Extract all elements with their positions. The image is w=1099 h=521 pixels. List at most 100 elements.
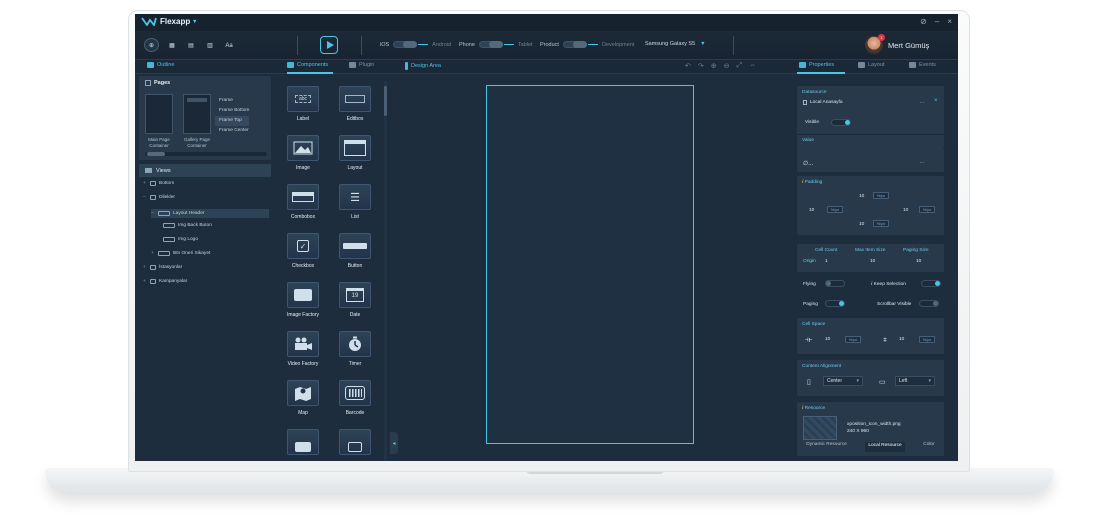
page-thumb-main[interactable] — [145, 94, 173, 134]
resource-preview[interactable] — [803, 416, 837, 440]
pin-icon[interactable]: ⊘ — [920, 17, 927, 26]
expand-icon[interactable]: + — [143, 181, 147, 186]
paging-size-value[interactable]: 10 — [916, 259, 921, 264]
layout-icon[interactable]: ▤ — [184, 39, 198, 52]
zoom-out-icon[interactable]: ⊖ — [724, 62, 730, 70]
app-menu-chevron-icon[interactable]: ▾ — [193, 18, 196, 25]
app-logo[interactable]: Flexapp ▾ — [141, 17, 196, 26]
frame-item[interactable]: Frame Top — [215, 116, 250, 126]
datasource-more-button[interactable]: ... — [920, 100, 924, 105]
tree-item[interactable]: + Btn Oneri Sikayet — [151, 251, 210, 256]
component-date[interactable]: 19 Date — [335, 280, 375, 324]
collapse-panel-button[interactable]: ◂ — [390, 432, 398, 454]
visible-toggle[interactable] — [831, 119, 851, 126]
component-checkbox[interactable]: ✓ Checkbox — [283, 231, 323, 275]
stretch-icon[interactable]: ⇔ — [749, 62, 756, 70]
horizontal-align-select[interactable]: Left ▾ — [895, 376, 935, 386]
padding-bottom-unit[interactable]: %/px — [873, 220, 889, 227]
undo-icon[interactable]: ↶ — [685, 62, 691, 70]
pages-scrollbar[interactable] — [145, 152, 267, 156]
close-icon[interactable]: × — [947, 17, 952, 26]
value-more-button[interactable]: ... — [920, 160, 924, 165]
list-icon[interactable]: ▥ — [203, 39, 217, 52]
tree-item[interactable]: + Bottom — [143, 181, 174, 186]
component-more[interactable] — [283, 427, 323, 457]
expand-icon[interactable]: + — [143, 265, 147, 270]
scrollbar-visible-toggle[interactable] — [919, 300, 939, 307]
component-video-factory[interactable]: Video Factory — [283, 329, 323, 373]
font-icon[interactable]: Aa — [222, 39, 236, 52]
component-label[interactable]: abc Label — [283, 84, 323, 128]
component-combobox[interactable]: Combobox — [283, 182, 323, 226]
expand-icon[interactable]: + — [151, 251, 155, 256]
padding-top-value[interactable]: 10 — [859, 194, 864, 199]
paging-toggle[interactable] — [825, 300, 845, 307]
platform-toggle[interactable]: iOS Android — [380, 41, 451, 48]
component-more[interactable] — [335, 427, 375, 457]
collapse-icon[interactable]: − — [151, 211, 155, 216]
tree-item[interactable]: Img Logo — [163, 237, 198, 242]
component-image[interactable]: Image — [283, 133, 323, 177]
tab-color[interactable]: Color — [923, 442, 934, 452]
component-layout[interactable]: Layout — [335, 133, 375, 177]
vertical-align-select[interactable]: Center ▾ — [823, 376, 863, 386]
component-editbox[interactable]: Editbox — [335, 84, 375, 128]
device-select[interactable]: Samsung Galaxy S5 ▼ — [645, 41, 706, 47]
tab-plugin[interactable]: Plugin — [349, 62, 374, 68]
cell-space-h-value[interactable]: 10 — [825, 337, 830, 342]
tab-local-resource[interactable]: Local Resource — [865, 442, 905, 452]
scrollbar-thumb[interactable] — [384, 86, 387, 116]
redo-icon[interactable]: ↷ — [698, 62, 704, 70]
tab-layout[interactable]: Layout — [858, 62, 885, 68]
tree-item[interactable]: − Layout Header — [151, 209, 269, 218]
padding-right-value[interactable]: 10 — [903, 208, 908, 213]
tab-dynamic-resource[interactable]: Dynamic Resource — [806, 442, 847, 452]
padding-left-value[interactable]: 10 — [809, 208, 814, 213]
keep-selection-toggle[interactable] — [921, 280, 941, 287]
page-thumb-gallery[interactable] — [183, 94, 211, 134]
datasource-clear-icon[interactable]: × — [934, 98, 938, 104]
cell-space-h-unit[interactable]: %/px — [845, 336, 861, 343]
frame-item[interactable]: Frame Bottom — [219, 106, 249, 116]
tree-item[interactable]: + Kampanyalar — [143, 279, 187, 284]
zoom-in-icon[interactable]: ⊕ — [711, 62, 717, 70]
grid-icon[interactable]: ▦ — [165, 39, 179, 52]
max-item-size-value[interactable]: 10 — [870, 259, 875, 264]
tab-design-area[interactable]: Design Area — [405, 62, 441, 70]
scrollbar-thumb[interactable] — [147, 152, 165, 156]
padding-left-unit[interactable]: %/px — [827, 206, 843, 213]
form-factor-switch[interactable] — [478, 41, 503, 48]
collapse-icon[interactable]: − — [143, 195, 147, 200]
tree-item[interactable]: + İstasyonlar — [143, 265, 182, 270]
tab-components[interactable]: Components — [287, 62, 328, 68]
globe-icon[interactable]: ⊕ — [144, 38, 159, 52]
platform-switch[interactable] — [393, 41, 418, 48]
frame-item[interactable]: Frame Center — [219, 126, 249, 136]
origin-value[interactable]: 1 — [825, 259, 828, 264]
form-factor-toggle[interactable]: Phone Tablet — [459, 41, 533, 48]
component-button[interactable]: Button — [335, 231, 375, 275]
padding-top-unit[interactable]: %/px — [873, 192, 889, 199]
component-map[interactable]: Map — [283, 378, 323, 422]
padding-bottom-value[interactable]: 10 — [859, 222, 864, 227]
value-field[interactable]: ∅... — [803, 160, 813, 167]
user-profile[interactable]: 1 Mert Gümüş — [865, 34, 929, 54]
design-canvas[interactable] — [486, 85, 694, 444]
tab-outline[interactable]: Outline — [147, 62, 174, 68]
datasource-field[interactable]: Local Anasayfa — [803, 100, 843, 105]
frame-item[interactable]: Frame — [219, 96, 249, 106]
fit-icon[interactable]: ⤢ — [737, 62, 743, 70]
component-list[interactable]: ☰ List — [335, 182, 375, 226]
tree-item[interactable]: Img Back Buton — [163, 223, 212, 228]
avatar[interactable]: 1 — [865, 34, 885, 54]
environment-toggle[interactable]: Product Development — [540, 41, 634, 48]
component-timer[interactable]: Timer — [335, 329, 375, 373]
component-image-factory[interactable]: Image Factory — [283, 280, 323, 324]
cell-space-v-unit[interactable]: %/px — [919, 336, 935, 343]
environment-switch[interactable] — [562, 41, 587, 48]
flying-toggle[interactable] — [825, 280, 845, 287]
tab-properties[interactable]: Properties — [799, 62, 834, 68]
minimize-icon[interactable]: – — [935, 17, 939, 26]
tree-item[interactable]: − Dilekler — [143, 195, 175, 200]
padding-right-unit[interactable]: %/px — [919, 206, 935, 213]
